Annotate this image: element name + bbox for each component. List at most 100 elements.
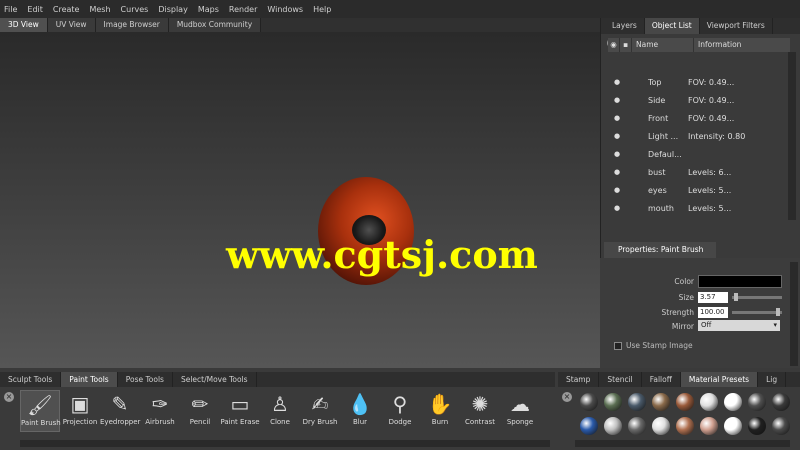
object-row[interactable]: ● bust Levels: 6...	[606, 163, 788, 181]
material-tab-2[interactable]: Falloff	[642, 372, 681, 387]
material-preset-sphere[interactable]	[580, 417, 598, 435]
right-tab-0[interactable]: Layers	[605, 18, 645, 34]
3d-viewport[interactable]: www.cgtsj.com	[0, 32, 600, 368]
material-preset-sphere[interactable]	[628, 393, 646, 411]
visibility-dot-icon[interactable]: ●	[606, 132, 628, 140]
tool-paint-erase[interactable]: ▭ Paint Erase	[220, 390, 260, 432]
mirror-dropdown[interactable]: Off ▾	[698, 320, 780, 331]
material-preset-sphere[interactable]	[700, 417, 718, 435]
object-row[interactable]: ● Side FOV: 0.49...	[606, 91, 788, 109]
material-preset-sphere[interactable]	[604, 393, 622, 411]
material-tab-3[interactable]: Material Presets	[680, 372, 759, 387]
right-tab-1[interactable]: Object List	[644, 18, 700, 34]
tool-airbrush[interactable]: ✑ Airbrush	[140, 390, 180, 432]
projection-icon: ▣	[70, 392, 90, 416]
material-preset-sphere[interactable]	[628, 417, 646, 435]
material-preset-sphere[interactable]	[676, 417, 694, 435]
material-preset-sphere[interactable]	[652, 417, 670, 435]
tool-tab-0[interactable]: Sculpt Tools	[0, 372, 62, 387]
object-row[interactable]: ● Light ... Intensity: 0.80	[606, 127, 788, 145]
name-column-header[interactable]: Name	[632, 38, 694, 52]
menu-windows[interactable]: Windows	[267, 5, 303, 14]
tool-burn[interactable]: ✋ Burn	[420, 390, 460, 432]
menu-mesh[interactable]: Mesh	[89, 5, 110, 14]
material-preset-sphere[interactable]	[748, 417, 766, 435]
material-tab-1[interactable]: Stencil	[599, 372, 642, 387]
object-list-scrollbar[interactable]	[788, 52, 796, 220]
properties-tab[interactable]: Properties: Paint Brush	[604, 242, 716, 258]
material-preset-sphere[interactable]	[604, 417, 622, 435]
tool-tab-2[interactable]: Pose Tools	[118, 372, 173, 387]
tool-tab-3[interactable]: Select/Move Tools	[173, 372, 257, 387]
material-preset-sphere[interactable]	[652, 393, 670, 411]
material-preset-sphere[interactable]	[724, 417, 742, 435]
material-preset-sphere[interactable]	[676, 393, 694, 411]
tool-blur[interactable]: 💧 Blur	[340, 390, 380, 432]
size-field[interactable]: 3.57	[698, 292, 728, 303]
properties-scrollbar[interactable]	[790, 262, 798, 366]
material-preset-sphere[interactable]	[772, 393, 790, 411]
info-column-header[interactable]: Information	[694, 38, 790, 52]
visibility-dot-icon[interactable]: ●	[606, 150, 628, 158]
material-preset-sphere[interactable]	[700, 393, 718, 411]
materials-scrollbar[interactable]	[575, 440, 790, 447]
tool-eyedropper[interactable]: ✎ Eyedropper	[100, 390, 140, 432]
strength-field[interactable]: 100.00	[698, 307, 728, 318]
object-info: Levels: 5...	[688, 203, 732, 213]
airbrush-icon: ✑	[151, 392, 169, 416]
tool-dodge[interactable]: ⚲ Dodge	[380, 390, 420, 432]
tool-sponge[interactable]: ☁ Sponge	[500, 390, 540, 432]
menu-maps[interactable]: Maps	[198, 5, 219, 14]
tool-pencil[interactable]: ✏ Pencil	[180, 390, 220, 432]
visibility-dot-icon[interactable]: ●	[606, 186, 628, 194]
material-tab-4[interactable]: Lig	[758, 372, 787, 387]
strength-slider-handle[interactable]	[776, 308, 780, 316]
object-row[interactable]: ● Top FOV: 0.49...	[606, 73, 788, 91]
menu-help[interactable]: Help	[313, 5, 331, 14]
lock-column-icon[interactable]: ▪	[620, 38, 632, 52]
tool-paint-brush[interactable]: 🖌 Paint Brush	[20, 390, 61, 432]
material-preset-sphere[interactable]	[724, 393, 742, 411]
object-row[interactable]: ● Defaul...	[606, 145, 788, 163]
menu-display[interactable]: Display	[158, 5, 188, 14]
size-slider-handle[interactable]	[734, 293, 738, 301]
visibility-dot-icon[interactable]: ●	[606, 168, 628, 176]
size-slider[interactable]	[732, 296, 782, 299]
material-preset-sphere[interactable]	[772, 417, 790, 435]
menu-create[interactable]: Create	[53, 5, 80, 14]
object-row[interactable]: ● Front FOV: 0.49...	[606, 109, 788, 127]
tool-projection[interactable]: ▣ Projection	[60, 390, 100, 432]
view-tab-2[interactable]: Image Browser	[95, 18, 169, 32]
color-swatch[interactable]	[698, 275, 782, 288]
object-info: FOV: 0.49...	[688, 113, 735, 123]
visibility-dot-icon[interactable]: ●	[606, 96, 628, 104]
tray-close-icon[interactable]: ×	[4, 392, 14, 402]
view-tab-3[interactable]: Mudbox Community	[168, 18, 262, 32]
tool-contrast[interactable]: ✺ Contrast	[460, 390, 500, 432]
menu-file[interactable]: File	[4, 5, 17, 14]
object-row[interactable]: ● mouth Levels: 5...	[606, 199, 788, 217]
use-stamp-row[interactable]: Use Stamp Image	[614, 341, 693, 350]
view-tab-1[interactable]: UV View	[47, 18, 96, 32]
tool-tab-1[interactable]: Paint Tools	[61, 372, 118, 387]
object-row[interactable]: ● eyes Levels: 5...	[606, 181, 788, 199]
menu-render[interactable]: Render	[229, 5, 257, 14]
view-tab-0[interactable]: 3D View	[0, 18, 48, 32]
material-close-icon[interactable]: ×	[562, 392, 572, 402]
material-preset-sphere[interactable]	[748, 393, 766, 411]
use-stamp-checkbox[interactable]	[614, 341, 622, 350]
menu-curves[interactable]: Curves	[121, 5, 149, 14]
strength-slider[interactable]	[732, 311, 782, 314]
visibility-column-icon[interactable]: ◉	[608, 38, 620, 52]
visibility-dot-icon[interactable]: ●	[606, 78, 628, 86]
material-preset-sphere[interactable]	[580, 393, 598, 411]
visibility-dot-icon[interactable]: ●	[606, 114, 628, 122]
visibility-dot-icon[interactable]: ●	[606, 204, 628, 212]
menu-edit[interactable]: Edit	[27, 5, 43, 14]
tool-clone[interactable]: ♙ Clone	[260, 390, 300, 432]
material-tab-0[interactable]: Stamp	[558, 372, 600, 387]
right-tab-2[interactable]: Viewport Filters	[700, 18, 773, 34]
object-name: eyes	[648, 185, 667, 195]
tool-dry-brush[interactable]: ✍ Dry Brush	[300, 390, 340, 432]
tools-scrollbar[interactable]	[20, 440, 550, 447]
